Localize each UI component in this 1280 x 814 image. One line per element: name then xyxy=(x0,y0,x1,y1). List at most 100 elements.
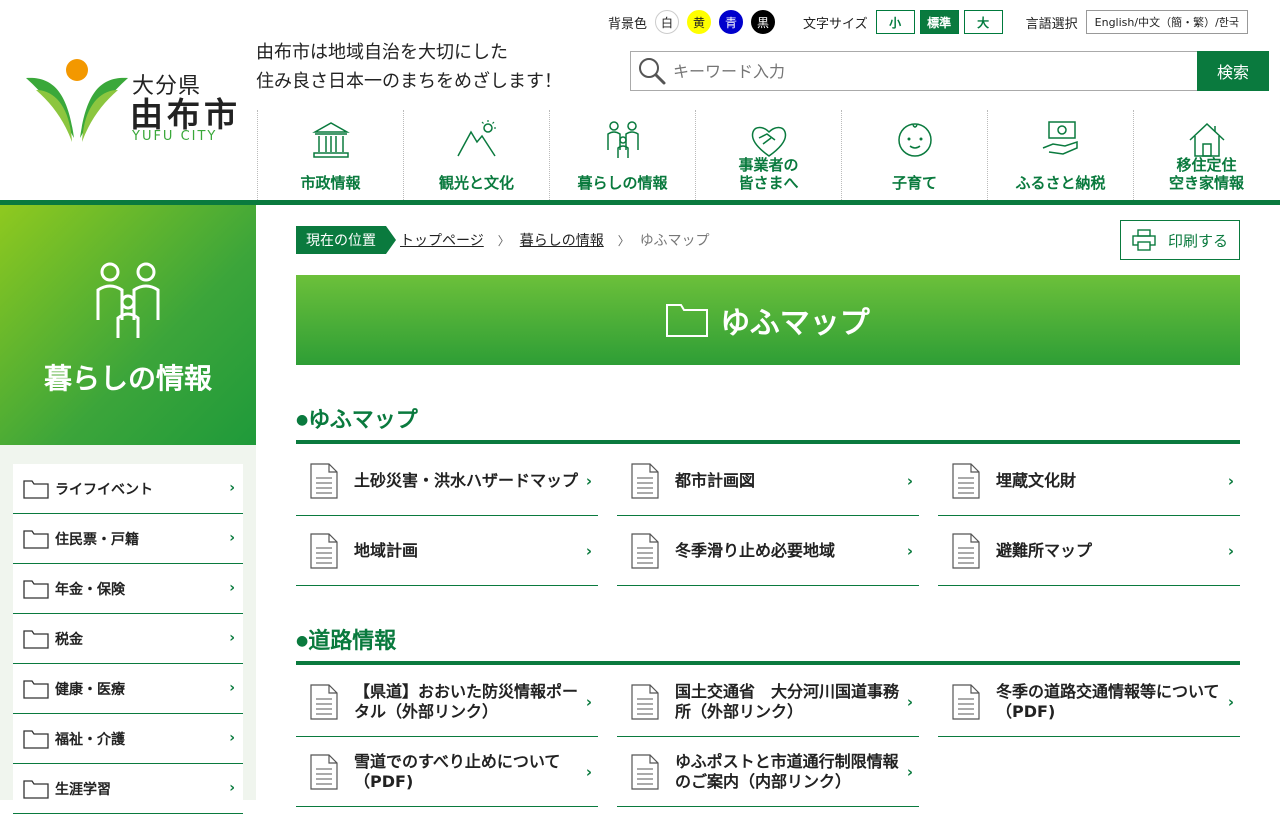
font-standard-button[interactable]: 標準 xyxy=(919,10,959,34)
folder-icon xyxy=(23,479,49,499)
bg-yellow-button[interactable]: 黄 xyxy=(687,10,712,34)
sidebar-item-resident-registry[interactable]: 住民票・戸籍 › xyxy=(13,514,243,564)
sidebar-item-life-events[interactable]: ライフイベント › xyxy=(13,464,243,514)
nav-business[interactable]: 事業者の 皆さまへ xyxy=(695,110,841,200)
document-icon xyxy=(952,532,980,569)
nav-label: ふるさと納税 xyxy=(1015,174,1106,192)
sidebar-menu: ライフイベント › 住民票・戸籍 › 年金・保険 › 税金 › 健康・医療 › … xyxy=(13,464,243,814)
list-item[interactable]: 【県道】おおいた防災情報ポータル（外部リンク） › xyxy=(296,667,598,737)
sidebar-item-label: 生涯学習 xyxy=(55,781,111,798)
document-icon xyxy=(631,753,659,790)
printer-icon xyxy=(1132,229,1156,251)
mountain-sun-icon xyxy=(456,120,496,157)
folder-icon xyxy=(23,729,49,749)
search-input[interactable] xyxy=(673,61,1173,81)
document-icon xyxy=(310,753,338,790)
global-nav: 市政情報 観光と文化 暮らしの情報 事業者の 皆さまへ 子育て ふるさと納税 移… xyxy=(257,110,1280,200)
list-item[interactable]: 避難所マップ › xyxy=(938,516,1240,586)
family-icon xyxy=(606,121,639,158)
section-title-road-info: ●道路情報 xyxy=(296,623,1240,665)
folder-icon xyxy=(23,679,49,699)
chevron-right-icon: › xyxy=(229,730,235,746)
print-button[interactable]: 印刷する xyxy=(1120,220,1240,260)
breadcrumb-separator: 〉 xyxy=(497,233,510,248)
slogan-line-1: 由布市は地域自治を大切にした xyxy=(256,42,508,63)
section-title-yufu-map: ●ゆふマップ xyxy=(296,402,1240,444)
nav-migration-housing[interactable]: 移住定住 空き家情報 xyxy=(1133,110,1279,200)
font-large-button[interactable]: 大 xyxy=(963,10,1003,34)
slogan: 由布市は地域自治を大切にした 住み良さ日本一のまちをめざします！ xyxy=(256,38,562,96)
sidebar-item-lifelong-learning[interactable]: 生涯学習 › xyxy=(13,764,243,814)
slogan-line-2: 住み良さ日本一のまちをめざします！ xyxy=(256,71,562,92)
nav-child-rearing[interactable]: 子育て xyxy=(841,110,987,200)
sidebar-item-tax[interactable]: 税金 › xyxy=(13,614,243,664)
list-item[interactable]: ゆふポストと市道通行制限情報のご案内（内部リンク） › xyxy=(617,737,919,807)
list-item[interactable]: 都市計画図 › xyxy=(617,446,919,516)
sidebar-category-title: 暮らしの情報 xyxy=(43,362,212,395)
font-small-button[interactable]: 小 xyxy=(875,10,915,34)
print-label: 印刷する xyxy=(1167,231,1228,250)
sidebar-item-label: 福祉・介護 xyxy=(55,731,125,748)
list-item[interactable]: 冬季滑り止め必要地域 › xyxy=(617,516,919,586)
site-header: 大分県 由布市 YUFU CITY 由布市は地域自治を大切にした 住み良さ日本一… xyxy=(0,0,1280,205)
sidebar-item-health-medical[interactable]: 健康・医療 › xyxy=(13,664,243,714)
list-item[interactable]: 雪道でのすべり止めについて（PDF) › xyxy=(296,737,598,807)
nav-tourism-culture[interactable]: 観光と文化 xyxy=(403,110,549,200)
chevron-right-icon: › xyxy=(229,630,235,646)
chevron-right-icon: › xyxy=(906,542,913,560)
nav-city-government[interactable]: 市政情報 xyxy=(257,110,403,200)
breadcrumb-link-top[interactable]: トップページ xyxy=(400,230,484,250)
city-hall-icon xyxy=(311,122,350,158)
breadcrumb-link-living[interactable]: 暮らしの情報 xyxy=(520,230,604,250)
document-icon xyxy=(952,462,980,499)
link-label: 避難所マップ xyxy=(996,540,1093,560)
nav-furusato-tax[interactable]: ふるさと納税 xyxy=(987,110,1133,200)
family-icon xyxy=(96,262,160,338)
logo-english-text: YUFU CITY xyxy=(132,129,218,144)
nav-label: 子育て xyxy=(891,174,937,192)
sidebar-item-label: 税金 xyxy=(55,631,83,648)
sidebar-category-hero: 暮らしの情報 xyxy=(0,205,256,445)
nav-label: 観光と文化 xyxy=(438,174,514,192)
page-title-banner: ゆふマップ xyxy=(296,275,1240,365)
document-icon xyxy=(310,462,338,499)
document-icon xyxy=(631,532,659,569)
sidebar-item-pension-insurance[interactable]: 年金・保険 › xyxy=(13,564,243,614)
nav-living-info[interactable]: 暮らしの情報 xyxy=(549,110,695,200)
bg-black-button[interactable]: 黒 xyxy=(751,10,776,34)
search-box xyxy=(630,51,1198,91)
breadcrumb-separator: 〉 xyxy=(617,233,630,248)
list-item[interactable]: 埋蔵文化財 › xyxy=(938,446,1240,516)
sidebar-item-welfare-care[interactable]: 福祉・介護 › xyxy=(13,714,243,764)
nav-label: 暮らしの情報 xyxy=(577,174,668,192)
chevron-right-icon: › xyxy=(585,472,592,490)
list-item[interactable]: 土砂災害・洪水ハザードマップ › xyxy=(296,446,598,516)
bg-white-button[interactable]: 白 xyxy=(655,10,680,34)
document-icon xyxy=(631,683,659,720)
language-select[interactable]: English/中文（簡・繁）/한국 xyxy=(1085,10,1249,34)
list-item[interactable]: 冬季の道路交通情報等について（PDF) › xyxy=(938,667,1240,737)
link-label: ゆふポストと市道通行制限情報のご案内（内部リンク） xyxy=(675,751,899,791)
chevron-right-icon: › xyxy=(585,763,592,781)
list-item[interactable]: 国土交通省 大分河川国道事務所（外部リンク） › xyxy=(617,667,919,737)
document-icon xyxy=(952,683,980,720)
breadcrumb-current-position-label: 現在の位置 xyxy=(296,226,396,254)
folder-icon xyxy=(23,529,49,549)
chevron-right-icon: › xyxy=(1227,693,1234,711)
chevron-right-icon: › xyxy=(229,780,235,796)
link-label: 冬季滑り止め必要地域 xyxy=(675,540,836,560)
chevron-right-icon: › xyxy=(906,763,913,781)
link-label: 冬季の道路交通情報等について（PDF) xyxy=(996,681,1220,721)
chevron-right-icon: › xyxy=(906,472,913,490)
link-label: 土砂災害・洪水ハザードマップ xyxy=(354,470,579,490)
section-title-text: 道路情報 xyxy=(308,629,397,654)
sidebar-item-label: 健康・医療 xyxy=(55,681,125,698)
search-button[interactable]: 検索 xyxy=(1197,51,1269,91)
nav-label: 移住定住 空き家情報 xyxy=(1168,156,1244,192)
list-item[interactable]: 地域計画 › xyxy=(296,516,598,586)
bg-blue-button[interactable]: 青 xyxy=(719,10,744,34)
chevron-right-icon: › xyxy=(906,693,913,711)
section-title-text: ゆふマップ xyxy=(308,408,418,433)
link-grid-yufu-map: 土砂災害・洪水ハザードマップ › 都市計画図 › 埋蔵文化財 › 地域計画 › … xyxy=(296,446,1240,586)
link-label: 都市計画図 xyxy=(675,470,756,490)
